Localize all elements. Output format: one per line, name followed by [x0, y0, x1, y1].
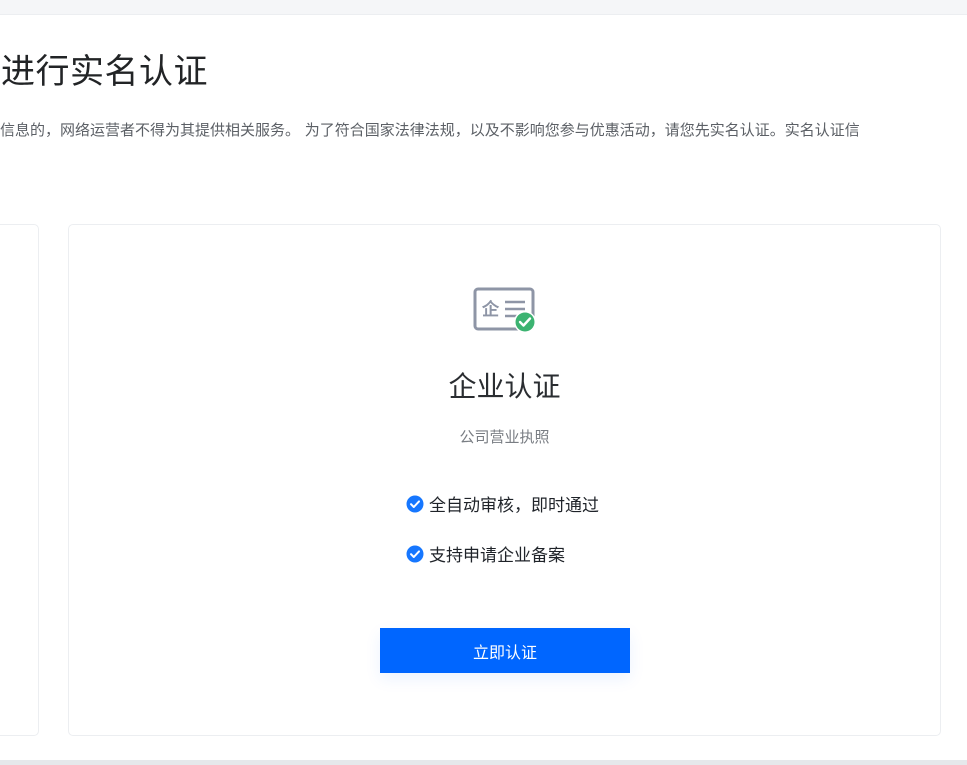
feature-label: 支持申请企业备案	[429, 546, 565, 566]
top-bar	[0, 0, 967, 15]
notice-text: 信息的，网络运营者不得为其提供相关服务。 为了符合国家法律法规，以及不影响您参与…	[0, 121, 860, 139]
feature-item: 支持申请企业备案	[406, 541, 565, 566]
verify-now-button[interactable]: 立即认证	[380, 628, 630, 673]
enterprise-license-icon: 企	[473, 285, 539, 335]
page-title: 进行实名认证	[1, 52, 208, 92]
check-circle-icon	[406, 545, 424, 563]
card-subtitle: 公司营业执照	[459, 428, 550, 446]
feature-item: 全自动审核，即时通过	[406, 491, 599, 516]
feature-label: 全自动审核，即时通过	[429, 496, 599, 516]
enterprise-verification-card: 企 企业认证 公司营业执照 全自动审核，即时通过 支持申请企业备案 立即认证	[68, 224, 941, 736]
bottom-divider	[0, 760, 967, 765]
personal-verification-card[interactable]	[0, 224, 39, 736]
check-circle-icon	[406, 495, 424, 513]
card-title: 企业认证	[448, 370, 561, 403]
svg-text:企: 企	[481, 299, 500, 320]
